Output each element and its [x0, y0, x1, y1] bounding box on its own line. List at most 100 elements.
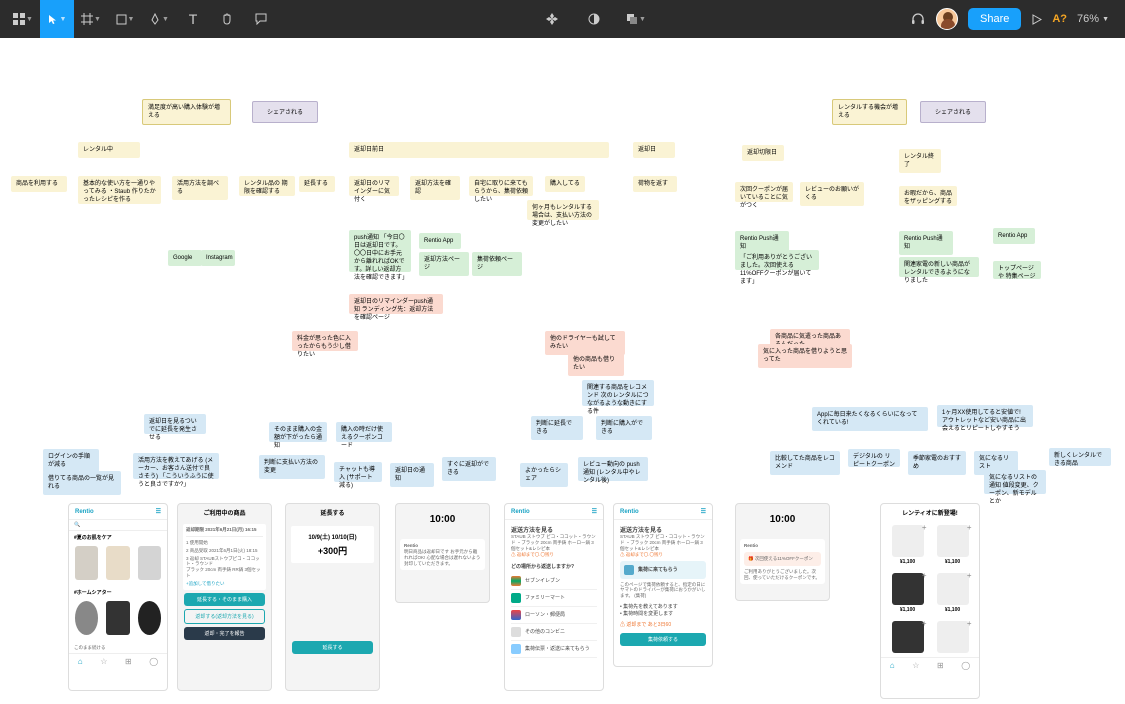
sticky-note[interactable]: 判断に支払い方法の変更 — [259, 455, 325, 479]
star-icon: ☆ — [912, 661, 919, 670]
sticky-note[interactable]: 集荷依頼ページ — [472, 252, 522, 276]
sticky-note[interactable]: 返却方法ページ — [419, 252, 469, 276]
mockup-pickup[interactable]: Rentio☰ 返送方法を見る STAUB ストウブ ピコ・ココット・ラウンド … — [613, 503, 713, 667]
sticky-note[interactable]: 延長する — [299, 176, 335, 192]
component-icon[interactable] — [535, 0, 569, 38]
sticky-note[interactable]: すぐに返却ができる — [442, 457, 496, 481]
notification-badge[interactable]: A? — [1052, 13, 1067, 25]
sticky-note[interactable]: 借りてる商品の一覧が見れる — [43, 471, 121, 495]
toolbar: ▼ ▼ ▼ ▼ ▼ T ▼ Share — [0, 0, 1125, 38]
cart-icon: ⊞ — [125, 657, 132, 666]
headphone-icon[interactable] — [910, 11, 926, 27]
sticky-note[interactable]: そのまま購入の金額が下がったら通知 — [269, 422, 327, 442]
pen-tool[interactable]: ▼ — [142, 0, 176, 38]
sticky-note[interactable]: レンタル中 — [78, 142, 140, 158]
sticky-note[interactable]: 返却日前日 — [349, 142, 609, 158]
sticky-note[interactable]: 料金が思った色に入ったからもう少し借りたい — [292, 331, 358, 351]
mockup-app-home[interactable]: Rentio☰ 🔍 #夏のお肌をケア #ホームシアター このまま続ける ⌂☆⊞◯ — [68, 503, 168, 691]
sticky-note[interactable]: トップページや 特集ページ — [993, 261, 1041, 279]
sticky-note[interactable]: 返却日の通知 — [390, 463, 434, 487]
sticky-note[interactable]: 返却日のリマインダーに気付く — [349, 176, 399, 196]
extend-confirm-button[interactable]: 延長する — [292, 641, 373, 654]
mask-icon[interactable] — [577, 0, 611, 38]
sticky-note[interactable]: 返却日 — [633, 142, 675, 158]
user-avatar[interactable] — [936, 8, 958, 30]
sticky-note[interactable]: 返却日を見るついでに延長を発生させる — [144, 414, 206, 434]
rentio-logo: Rentio — [75, 509, 94, 515]
sticky-note[interactable]: デジタルの リピートクーポン — [848, 449, 900, 467]
mockup-push-coupon[interactable]: 10:00 Rentio 🎁 次回使える11%OFFクーポン ご利用ありがとうご… — [735, 503, 830, 601]
hand-tool[interactable] — [210, 0, 244, 38]
sticky-note[interactable]: レビューのお願いがくる — [800, 182, 864, 206]
sticky-note[interactable]: 何ヶ月もレンタルする場合は、支払い方法の変更がしたい — [527, 200, 599, 220]
mockup-extend[interactable]: 延長する 10/9(土) 10/10(日) +300円 延長する — [285, 503, 380, 691]
user-icon: ◯ — [961, 661, 970, 670]
zoom-level[interactable]: 76%▼ — [1077, 13, 1109, 25]
star-icon: ☆ — [100, 657, 107, 666]
figma-menu[interactable]: ▼ — [6, 0, 40, 38]
sticky-note[interactable]: Rentio App — [419, 233, 461, 249]
sticky-note[interactable]: 購入してる — [545, 176, 585, 192]
return-method-button[interactable]: 返却する(返却方法を見る) — [184, 609, 265, 624]
sticky-note[interactable]: 基本的な使い方を一通りやってみる ・Staub 作りたかったレシピを作る — [78, 176, 161, 204]
sticky-note[interactable]: 返却日のリマインダーpush通知 ランディング先：返却方法を確認ページ — [349, 294, 443, 314]
share-button[interactable]: Share — [968, 8, 1021, 30]
mockup-rental-items[interactable]: ご利用中の商品 返却期限 2021年6月21日(月) 16:15 1 使用開始 … — [177, 503, 272, 691]
sticky-note[interactable]: 気に入った商品を借りようと思ってた — [758, 344, 852, 368]
sticky-note[interactable]: 自宅に取りに来てもらうから、集荷依頼したい — [469, 176, 533, 196]
mockup-return-stores[interactable]: Rentio☰ 返送方法を見る STAUB ストウブ ピコ・ココット・ラウンド … — [504, 503, 604, 691]
sticky-note[interactable]: 商品を利用する — [11, 176, 67, 192]
sticky-note[interactable]: レビュー動向の push通知 (レンタル中やレンタル後) — [578, 457, 648, 481]
shape-tool[interactable]: ▼ — [108, 0, 142, 38]
sticky-note[interactable]: 判断に延長できる — [531, 416, 583, 440]
sticky-note[interactable]: 判断に購入ができる — [596, 416, 652, 440]
menu-icon: ☰ — [156, 508, 161, 515]
sticky-note[interactable]: Instagram — [201, 250, 235, 266]
sticky-note[interactable]: 気になるリストの通知 値段変更、クーポン、新モデルとか — [984, 470, 1046, 494]
sticky-note[interactable]: よかったらシェア — [520, 463, 568, 487]
pickup-confirm-button[interactable]: 集荷依頼する — [620, 633, 706, 646]
extend-button[interactable]: 延長する・そのまま購入 — [184, 593, 265, 606]
sticky-note[interactable]: ログインの手順が減る — [43, 449, 99, 473]
mockup-new-arrivals[interactable]: レンティオに新登場! ¥1,100 ¥1,100 ¥1,100 ¥1,100 ⌂… — [880, 503, 980, 699]
sticky-note[interactable]: 季節家電のおすすめ — [908, 451, 966, 475]
sticky-note[interactable]: 活用方法を教えてあげる (メーカー、お客さん送付で良さそう) 「こういうふうに使… — [133, 453, 219, 479]
sticky-note[interactable]: チャットも導入 (サポート減る) — [334, 462, 382, 482]
sticky-note[interactable]: シェアされる — [920, 101, 986, 123]
sticky-note[interactable]: レンタル終了 — [899, 149, 941, 173]
text-tool[interactable]: T — [176, 0, 210, 38]
sticky-note[interactable]: 「ご利用ありがとうございました。次回使える11%OFFクーポンが届いてます」 — [735, 250, 819, 270]
sticky-note[interactable]: Rentio App — [993, 228, 1035, 244]
sticky-note[interactable]: 返却方法を確認 — [410, 176, 460, 200]
sticky-note[interactable]: 関連家電の新しい商品がレンタルできるようになりました — [899, 257, 979, 277]
sticky-note[interactable]: 満足度が高い購入体験が増える — [142, 99, 231, 125]
boolean-icon[interactable]: ▼ — [619, 0, 653, 38]
sticky-note[interactable]: Appに毎日来たくなるくらいになってくれている! — [812, 407, 928, 431]
sticky-note[interactable]: 購入の時だけ使えるクーポンコード — [336, 422, 392, 442]
comment-tool[interactable] — [244, 0, 278, 38]
move-tool[interactable]: ▼ — [40, 0, 74, 38]
sticky-note[interactable]: 次回クーポンが届いていることに気がつく — [735, 182, 793, 202]
sticky-note[interactable]: 関連する商品をレコメンド 次のレンタルにつながるような動きにする件 — [582, 380, 654, 406]
user-icon: ◯ — [149, 657, 158, 666]
present-icon[interactable] — [1031, 14, 1042, 25]
sticky-note[interactable]: 返却切限日 — [742, 145, 784, 161]
sticky-note[interactable]: レンタル品の 期限を確認する — [239, 176, 295, 196]
sticky-note[interactable]: お暇だから、商品をザッピングする — [899, 186, 957, 206]
sticky-note[interactable]: Rentio Push通知 — [899, 231, 953, 255]
sticky-note[interactable]: レンタルする機会が増える — [832, 99, 907, 125]
sticky-note[interactable]: 新しくレンタルできる商品 — [1049, 448, 1111, 466]
sticky-note[interactable]: 他の商品も借りたい — [568, 352, 624, 376]
sticky-note[interactable]: 活用方法を調べる — [172, 176, 228, 200]
frame-tool[interactable]: ▼ — [74, 0, 108, 38]
sticky-note[interactable]: push通知 「今日〇日は返却日です。 〇〇日中にお手元から離れればOKです。詳… — [349, 230, 411, 272]
canvas[interactable]: 満足度が高い購入体験が増える シェアされる レンタルする機会が増える シェアされ… — [0, 38, 1125, 704]
sticky-note[interactable]: シェアされる — [252, 101, 318, 123]
home-icon: ⌂ — [78, 657, 83, 666]
sticky-note[interactable]: Google — [168, 250, 202, 266]
mockup-push-return[interactable]: 10:00 Rentio 明日商品は返却日です お手元から離れればOK! 心配な… — [395, 503, 490, 603]
sticky-note[interactable]: 1ヶ月XX使用してると安値で! アウトレットなど安い商品に出会えるとリピートしや… — [937, 405, 1033, 427]
sticky-note[interactable]: 比較してた商品をレコメンド — [770, 451, 840, 475]
rentio-logo: Rentio — [620, 509, 639, 515]
sticky-note[interactable]: 荷物を返す — [633, 176, 677, 192]
